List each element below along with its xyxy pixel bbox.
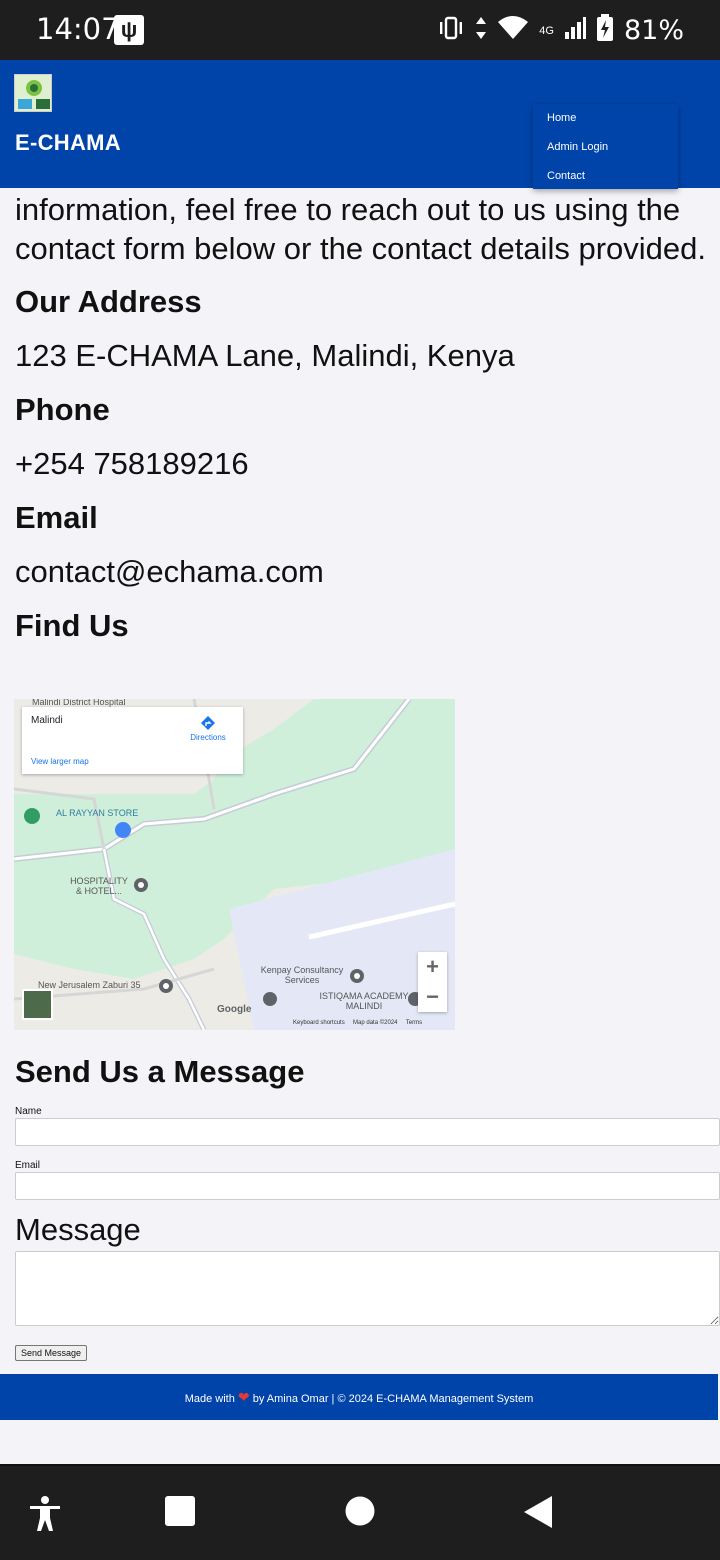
name-field[interactable] bbox=[15, 1118, 720, 1146]
map-label-store: AL RAYYAN STORE bbox=[56, 808, 139, 818]
status-icons: 4G 81% bbox=[437, 14, 684, 47]
status-bar: 14:07 ψ 4G 81% bbox=[0, 0, 720, 60]
directions-label: Directions bbox=[190, 733, 226, 742]
phone-value: +254 758189216 bbox=[15, 446, 249, 481]
echama-logo-icon[interactable] bbox=[14, 74, 52, 112]
heart-icon: ❤ bbox=[237, 1389, 250, 1405]
brand-title[interactable]: E-CHAMA bbox=[15, 130, 121, 156]
map-place-name: Malindi bbox=[31, 715, 63, 726]
email-field[interactable] bbox=[15, 1172, 720, 1200]
signal-icon bbox=[564, 16, 586, 45]
contact-content: information, feel free to reach out to u… bbox=[15, 188, 715, 646]
message-label: Message bbox=[15, 1212, 141, 1247]
map-label-hospital: Malindi District Hospital bbox=[32, 699, 126, 707]
map-label-academy: ISTIQAMA ACADEMY MALINDI bbox=[319, 991, 409, 1011]
nav-home[interactable]: Home bbox=[533, 108, 678, 137]
usb-icon: ψ bbox=[114, 15, 144, 45]
address-heading: Our Address bbox=[15, 284, 202, 319]
battery-percent: 81% bbox=[623, 15, 684, 46]
terms-link[interactable]: Terms bbox=[406, 1020, 422, 1026]
email-label: Email bbox=[15, 1160, 41, 1171]
app-header: E-CHAMA Home Admin Login Contact bbox=[0, 60, 720, 189]
status-time: 14:07 bbox=[36, 12, 120, 46]
directions-icon bbox=[201, 716, 215, 730]
message-field[interactable] bbox=[15, 1251, 720, 1326]
vibrate-icon bbox=[437, 15, 465, 46]
footer-made-with: Made with bbox=[184, 1393, 235, 1405]
map-label-jerusalem: New Jerusalem Zaburi 35 bbox=[38, 980, 141, 990]
find-us-heading: Find Us bbox=[15, 608, 129, 643]
back-button[interactable] bbox=[523, 1496, 553, 1533]
page-footer: Made with ❤ by Amina Omar | © 2024 E-CHA… bbox=[0, 1374, 718, 1420]
map-label-hotel: HOSPITALITY & HOTEL... bbox=[70, 876, 128, 896]
google-logo: Google bbox=[217, 1004, 252, 1015]
home-button[interactable] bbox=[345, 1496, 375, 1531]
satellite-toggle-button[interactable] bbox=[22, 989, 53, 1020]
form-title: Send Us a Message bbox=[15, 1054, 305, 1089]
nav-dropdown: Home Admin Login Contact bbox=[533, 104, 678, 189]
map-directions[interactable]: Directions bbox=[183, 715, 233, 742]
accessibility-icon[interactable] bbox=[28, 1496, 62, 1537]
embedded-map[interactable]: Malindi District Hospital AL RAYYAN STOR… bbox=[14, 699, 455, 1030]
address-value: 123 E-CHAMA Lane, Malindi, Kenya bbox=[15, 338, 515, 373]
network-type: 4G bbox=[539, 24, 554, 37]
keyboard-shortcuts-link[interactable]: Keyboard shortcuts bbox=[293, 1020, 345, 1026]
name-label: Name bbox=[15, 1106, 42, 1117]
footer-credit: by Amina Omar | © 2024 E-CHAMA Managemen… bbox=[252, 1393, 534, 1405]
data-arrows-icon bbox=[475, 15, 487, 46]
email-heading: Email bbox=[15, 500, 98, 535]
recents-button[interactable] bbox=[165, 1496, 195, 1531]
intro-paragraph: information, feel free to reach out to u… bbox=[15, 192, 706, 266]
view-larger-map-link[interactable]: View larger map bbox=[31, 757, 89, 766]
nav-admin-login[interactable]: Admin Login bbox=[533, 137, 678, 166]
system-nav-bar bbox=[0, 1464, 720, 1560]
wifi-icon bbox=[497, 15, 529, 46]
contact-form: Send Us a Message Name Email Message Sen… bbox=[15, 1052, 720, 1361]
map-label-kenpay: Kenpay Consultancy Services bbox=[260, 965, 344, 985]
map-data-label: Map data ©2024 bbox=[353, 1020, 398, 1026]
phone-heading: Phone bbox=[15, 392, 110, 427]
battery-charging-icon bbox=[596, 14, 614, 47]
zoom-in-button[interactable]: + bbox=[418, 952, 447, 982]
email-value: contact@echama.com bbox=[15, 554, 324, 589]
map-footer: Keyboard shortcuts Map data ©2024 Terms bbox=[293, 1020, 422, 1026]
send-message-button[interactable]: Send Message bbox=[15, 1345, 88, 1361]
zoom-out-button[interactable]: − bbox=[418, 982, 447, 1012]
map-zoom-controls: + − bbox=[418, 952, 447, 1012]
map-place-card: Malindi Directions View larger map bbox=[22, 707, 243, 774]
